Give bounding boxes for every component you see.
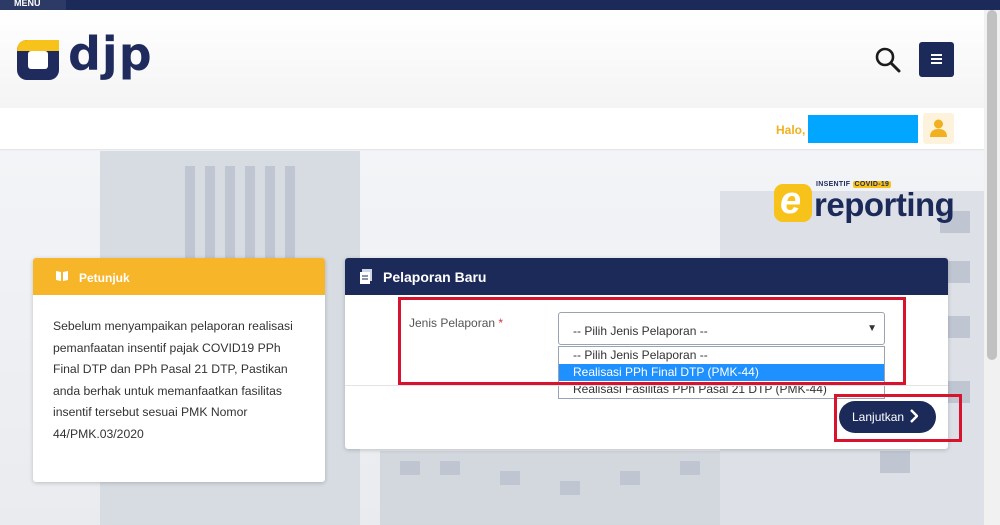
user-avatar-button[interactable] (923, 113, 954, 144)
building-window (880, 451, 910, 473)
building-window (620, 471, 640, 485)
scrollbar-thumb[interactable] (987, 10, 997, 360)
building-window (265, 166, 275, 261)
building-window (225, 166, 235, 261)
building-bottom (380, 451, 720, 525)
scrollbar[interactable] (984, 10, 1000, 525)
highlight-box-button (834, 394, 962, 442)
petunjuk-title: Petunjuk (79, 271, 130, 285)
pelaporan-title: Pelaporan Baru (383, 269, 487, 285)
building-window (285, 166, 295, 261)
top-bar (0, 0, 1000, 10)
redacted-user-name (808, 115, 918, 143)
user-icon (930, 119, 947, 137)
user-bar: Halo, (0, 108, 984, 150)
petunjuk-header: Petunjuk (33, 258, 325, 295)
djp-logo-mark (17, 40, 59, 80)
petunjuk-card: Petunjuk Sebelum menyampaikan pelaporan … (33, 258, 325, 482)
building-window (440, 461, 460, 475)
building-window (245, 166, 255, 261)
djp-logo-text: djp (68, 27, 153, 81)
card-divider (345, 385, 948, 386)
building-window (500, 471, 520, 485)
highlight-box-select (398, 297, 906, 385)
search-icon[interactable] (874, 46, 902, 74)
document-icon (360, 269, 372, 284)
menu-tab[interactable]: MENU (0, 0, 66, 10)
building-window (560, 481, 580, 495)
hamburger-menu-button[interactable] (919, 42, 954, 77)
building-window (680, 461, 700, 475)
building-window (205, 166, 215, 261)
hamburger-line (931, 62, 942, 64)
book-icon (56, 271, 68, 281)
ereporting-word: reporting (814, 186, 955, 223)
ereporting-e-letter: e (780, 180, 802, 222)
hamburger-menu-icon (931, 54, 942, 56)
djp-logo[interactable]: djp (14, 27, 152, 85)
building-window (400, 461, 420, 475)
greeting-text: Halo, (776, 123, 806, 137)
petunjuk-body: Sebelum menyampaikan pelaporan realisasi… (53, 319, 293, 441)
building-window (185, 166, 195, 261)
hamburger-line (931, 58, 942, 60)
ereporting-logo: e INSENTIF COVID-19 reporting (774, 178, 955, 228)
header: djp (0, 10, 984, 108)
pelaporan-header: Pelaporan Baru (345, 258, 948, 295)
